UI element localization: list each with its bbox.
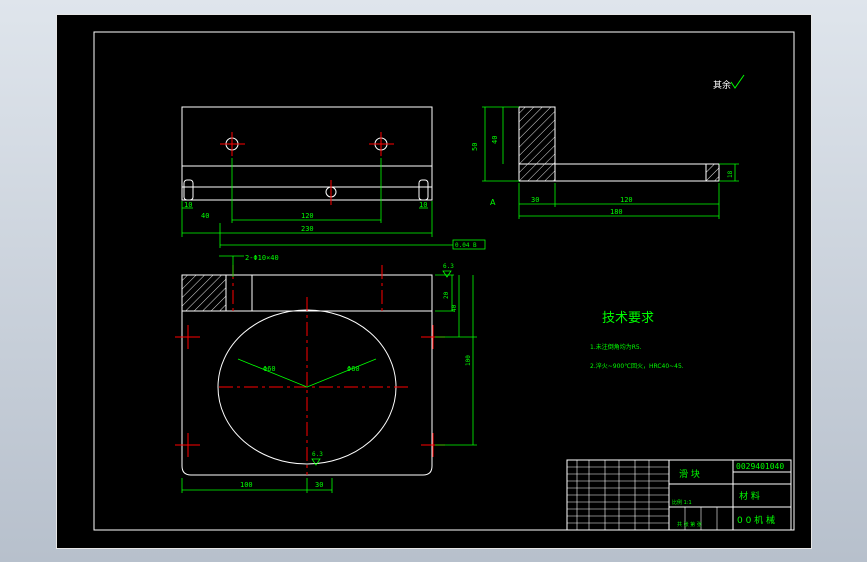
dim-plan-r2: Φ60	[347, 365, 360, 373]
part-name: 滑 块	[679, 468, 700, 480]
dim-front-40: 40	[201, 212, 209, 220]
rough-bottom: 6.3	[312, 451, 323, 458]
dim-front-120: 120	[301, 212, 314, 220]
rough-top-icon	[442, 270, 452, 278]
rough-top: 6.3	[443, 263, 454, 270]
dim-plan-holes: 2-Φ10×40	[245, 254, 279, 262]
roughness-check-icon	[730, 74, 745, 89]
tech-req-title: 技术要求	[602, 311, 654, 326]
technical-requirements: 技术要求 1.未注倒角均为R5. 2.淬火~900℃回火，HRC40~45.	[590, 311, 684, 370]
dim-side-v2: 50	[471, 143, 479, 151]
cad-viewer: 其余 120 230 40 10 10 0.04 B 30 120 180 50…	[0, 0, 867, 562]
tolerance-text: 0.04 B	[455, 242, 477, 249]
title-block: 滑 块 0029401040 材 料 0 0 机 械 比例 1:1 共 张 第 …	[566, 459, 792, 531]
dim-side-v1: 40	[491, 136, 499, 144]
dim-side-180: 180	[610, 208, 623, 216]
dim-plan-v3: 100	[465, 355, 472, 366]
dim-plan-v2: 40	[451, 304, 458, 312]
front-outline	[181, 106, 433, 201]
roughness-note-text: 其余	[713, 79, 731, 91]
plan-view: 2-Φ10×40 Φ60 Φ60 100 30 20 40 100 6.3 6.…	[175, 254, 477, 493]
dim-side-120: 120	[620, 196, 633, 204]
dim-plan-v1: 20	[443, 291, 450, 299]
dim-plan-100: 100	[240, 481, 253, 489]
side-hatch-end	[705, 163, 720, 182]
default-roughness-note: 其余	[713, 74, 745, 91]
dim-plan-r1: Φ60	[263, 365, 276, 373]
dim-front-230: 230	[301, 225, 314, 233]
drawing-canvas[interactable]: 其余 120 230 40 10 10 0.04 B 30 120 180 50…	[56, 14, 812, 549]
dim-front-10b: 10	[419, 201, 427, 209]
sheet-label: 共 张 第 张	[677, 521, 702, 528]
dim-front-10a: 10	[184, 201, 192, 209]
tech-req-item-1: 1.未注倒角均为R5.	[590, 343, 642, 351]
company-name: 0 0 机 械	[737, 514, 775, 526]
drawing-number: 0029401040	[736, 462, 784, 471]
side-view: 30 120 180 50 40 18 A	[471, 106, 739, 219]
dim-plan-30: 30	[315, 481, 323, 489]
front-view: 120 230 40 10 10 0.04 B	[181, 106, 486, 250]
tech-req-item-2: 2.淬火~900℃回火，HRC40~45.	[590, 362, 684, 370]
section-label: A	[490, 198, 496, 207]
material-label: 材 料	[739, 490, 760, 502]
side-hatch-upper	[518, 106, 556, 182]
dim-side-30: 30	[531, 196, 539, 204]
plan-hatch	[181, 274, 227, 312]
dim-side-h1: 18	[727, 170, 734, 178]
engineering-drawing: 其余 120 230 40 10 10 0.04 B 30 120 180 50…	[93, 31, 795, 531]
scale-label: 比例 1:1	[672, 499, 692, 506]
